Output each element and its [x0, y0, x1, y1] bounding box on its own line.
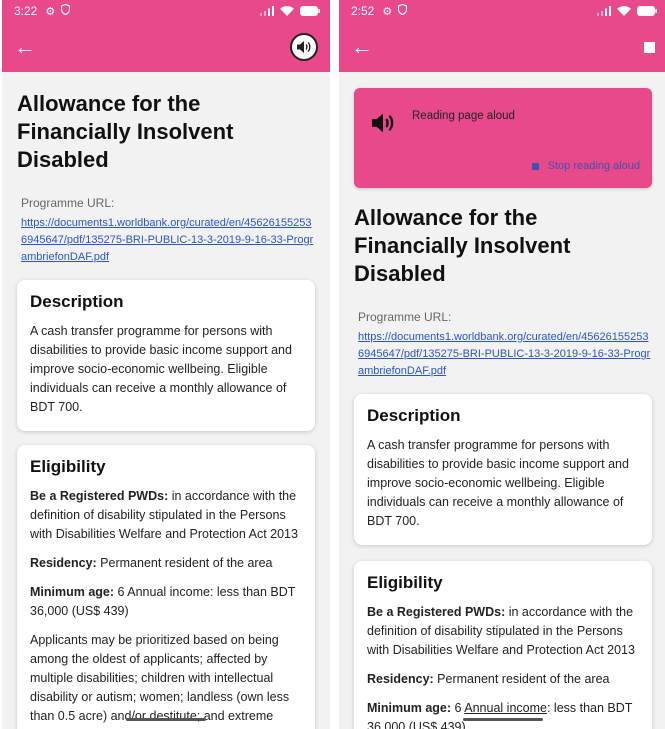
description-card: Description A cash transfer programme fo…	[17, 280, 315, 431]
pwd-label: Be a Registered PWDs:	[367, 605, 506, 619]
volume-icon	[370, 112, 396, 139]
description-text: A cash transfer programme for persons wi…	[367, 438, 629, 528]
gear-icon: ⚙	[45, 5, 56, 18]
status-bar: 2:52 ⚙	[339, 0, 665, 22]
shield-icon	[398, 3, 408, 18]
eligibility-residency: Residency: Permanent resident of the are…	[30, 554, 302, 573]
stop-reading-button[interactable]	[644, 41, 655, 53]
eligibility-pwd: Be a Registered PWDs: in accordance with…	[30, 487, 302, 544]
eligibility-pwd: Be a Registered PWDs: in accordance with…	[367, 603, 639, 660]
arrow-left-icon[interactable]: ←	[351, 36, 373, 58]
description-heading: Description	[367, 406, 461, 425]
phone-screen-right: 2:52 ⚙ ← Reading page aloud Stop reading…	[339, 0, 665, 729]
minage-pre: 6	[451, 701, 465, 715]
residency-label: Residency:	[30, 556, 97, 570]
description-card: Description A cash transfer programme fo…	[354, 394, 652, 545]
residency-text: Permanent resident of the area	[433, 672, 610, 686]
arrow-left-icon[interactable]: ←	[14, 36, 36, 58]
minage-label: Minimum age:	[367, 701, 452, 715]
description-heading: Description	[30, 292, 124, 311]
wifi-icon	[617, 6, 631, 16]
eligibility-minage: Minimum age: 6 Annual income: less than …	[367, 699, 639, 729]
eligibility-card: Eligibility Be a Registered PWDs: in acc…	[354, 561, 652, 729]
status-time: 3:22	[14, 4, 38, 18]
description-text: A cash transfer programme for persons wi…	[30, 324, 292, 414]
programme-url-label: Programme URL:	[358, 310, 452, 324]
phone-screen-left: 3:22 ⚙ ← Allowance for the Financially I…	[2, 0, 330, 729]
eligibility-heading: Eligibility	[367, 573, 443, 592]
volume-icon	[297, 41, 311, 53]
stop-reading-label: Stop reading aloud	[547, 160, 640, 172]
eligibility-priority: Applicants may be prioritized based on b…	[30, 633, 290, 723]
minage-label: Minimum age:	[30, 585, 115, 599]
page-content: Allowance for the Financially Insolvent …	[2, 90, 330, 729]
shield-icon	[61, 3, 71, 18]
page-title: Allowance for the Financially Insolvent …	[17, 91, 234, 172]
gesture-handle[interactable]	[126, 718, 206, 721]
gesture-handle[interactable]	[463, 718, 543, 721]
page-content: Allowance for the Financially Insolvent …	[339, 204, 665, 729]
stop-icon	[531, 162, 539, 170]
residency-text: Permanent resident of the area	[96, 556, 273, 570]
read-aloud-button[interactable]	[290, 33, 318, 61]
signal-icon	[597, 6, 611, 16]
signal-icon	[260, 6, 274, 16]
residency-label: Residency:	[367, 672, 434, 686]
programme-url-label: Programme URL:	[21, 196, 115, 210]
reading-status-text: Reading page aloud	[412, 110, 515, 122]
programme-url-link[interactable]: https://documents1.worldbank.org/curated…	[21, 215, 315, 266]
gear-icon: ⚙	[382, 5, 393, 18]
reading-highlight-word: Annual income	[464, 701, 547, 715]
pwd-label: Be a Registered PWDs:	[30, 489, 169, 503]
battery-icon	[300, 6, 320, 16]
stop-icon	[644, 41, 655, 53]
battery-icon	[637, 6, 657, 16]
app-bar: ←	[2, 22, 330, 72]
eligibility-heading: Eligibility	[30, 457, 106, 476]
programme-url-link[interactable]: https://documents1.worldbank.org/curated…	[358, 329, 652, 380]
page-title: Allowance for the Financially Insolvent …	[354, 205, 571, 286]
eligibility-card: Eligibility Be a Registered PWDs: in acc…	[17, 445, 315, 729]
eligibility-minage: Minimum age: 6 Annual income: less than …	[30, 583, 302, 621]
stop-reading-aloud-button[interactable]: Stop reading aloud	[531, 160, 640, 172]
app-bar: ←	[339, 22, 665, 72]
status-time: 2:52	[351, 4, 375, 18]
reading-aloud-banner: Reading page aloud Stop reading aloud	[354, 88, 652, 188]
wifi-icon	[280, 6, 294, 16]
eligibility-residency: Residency: Permanent resident of the are…	[367, 670, 639, 689]
status-bar: 3:22 ⚙	[2, 0, 330, 22]
